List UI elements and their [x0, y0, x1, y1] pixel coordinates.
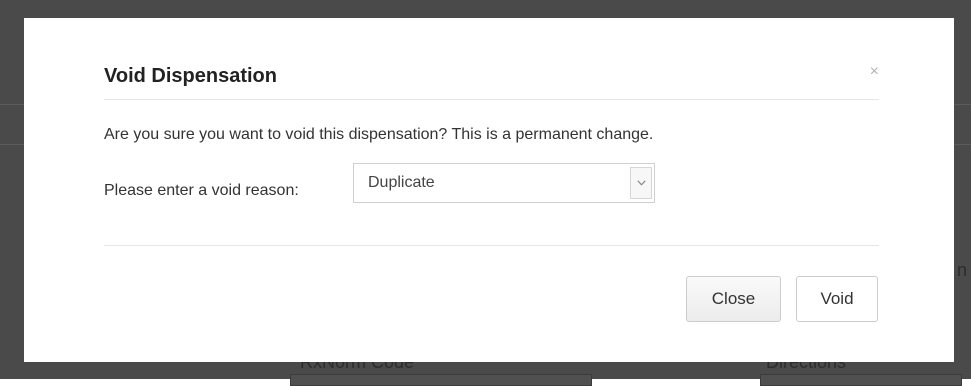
void-dispensation-dialog: Void Dispensation × Are you sure you wan…	[24, 18, 954, 362]
modal-header: Void Dispensation ×	[104, 18, 879, 100]
select-arrow-button[interactable]	[630, 167, 652, 199]
background-edge-text: n	[957, 260, 968, 280]
void-button[interactable]: Void	[796, 276, 878, 322]
background-input	[290, 374, 592, 386]
close-button[interactable]: Close	[686, 276, 781, 322]
background-input	[760, 374, 962, 386]
void-reason-label: Please enter a void reason:	[104, 182, 299, 199]
chevron-down-icon	[637, 180, 646, 186]
close-icon[interactable]: ×	[870, 63, 879, 81]
confirm-message: Are you sure you want to void this dispe…	[104, 126, 654, 143]
void-reason-select[interactable]: Duplicate	[353, 163, 655, 203]
void-reason-value: Duplicate	[368, 174, 435, 191]
modal-title: Void Dispensation	[104, 65, 277, 87]
modal-footer-divider	[104, 245, 879, 246]
